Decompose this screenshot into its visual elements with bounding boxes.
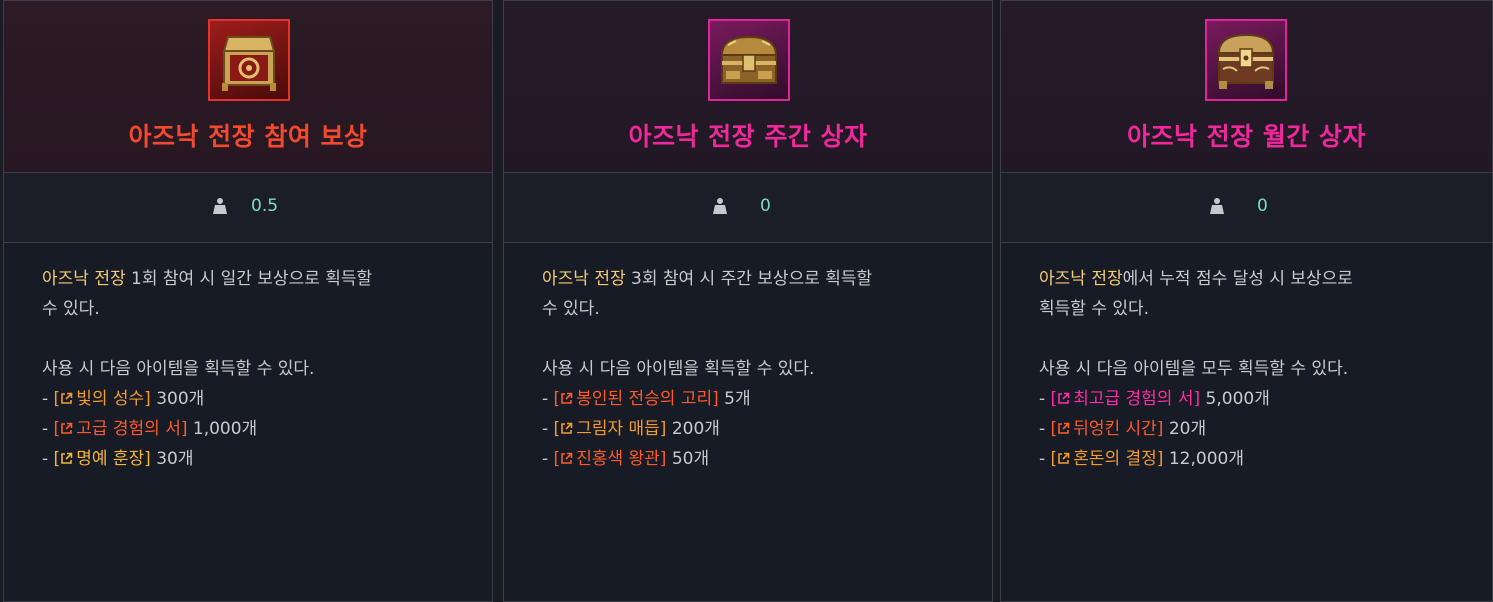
item-name: 혼돈의 결정 (1073, 449, 1157, 469)
reward-item: - [혼돈의 결정] 12,000개 (1039, 449, 1244, 469)
reward-item: - [그림자 매듭] 200개 (542, 419, 720, 439)
item-link[interactable]: [명예 훈장] (54, 449, 151, 469)
item-link[interactable]: [빛의 성수] (54, 389, 151, 409)
card-description: 아즈낙 전장 3회 참여 시 주간 보상으로 획득할 수 있다. 사용 시 다음… (504, 243, 992, 474)
highlight-term: 아즈낙 전장 (542, 269, 626, 289)
weight-icon (213, 198, 227, 214)
reward-item: - [최고급 경험의 서] 5,000개 (1039, 389, 1270, 409)
weight-value: 0.5 (251, 196, 279, 216)
item-link[interactable]: [최고급 경험의 서] (1051, 389, 1201, 409)
item-name: 그림자 매듭 (576, 419, 660, 439)
reward-item: - [명예 훈장] 30개 (42, 449, 194, 469)
item-link[interactable]: [진홍색 왕관] (554, 449, 667, 469)
reward-item: - [고급 경험의 서] 1,000개 (42, 419, 258, 439)
reward-item: - [빛의 성수] 300개 (42, 389, 205, 409)
external-link-icon (561, 452, 573, 464)
weight-icon (713, 198, 727, 214)
reward-item: - [뒤엉킨 시간] 20개 (1039, 419, 1207, 439)
card-header: 아즈낙 전장 참여 보상 (4, 1, 492, 173)
item-name: 봉인된 전승의 고리 (576, 389, 713, 409)
item-link[interactable]: [봉인된 전승의 고리] (554, 389, 719, 409)
item-link[interactable]: [그림자 매듭] (554, 419, 667, 439)
card-header: 아즈낙 전장 주간 상자 (504, 1, 992, 173)
description-text: 에서 누적 점수 달성 시 보상으로 (1122, 269, 1353, 289)
external-link-icon (561, 422, 573, 434)
card-title: 아즈낙 전장 월간 상자 (1126, 122, 1367, 151)
item-quantity: 30개 (156, 449, 194, 469)
item-name: 최고급 경험의 서 (1073, 389, 1194, 409)
item-name: 빛의 성수 (76, 389, 145, 409)
weight-stat: 0 (504, 173, 992, 243)
weight-icon (1210, 198, 1224, 214)
card-header: 아즈낙 전장 월간 상자 (1001, 1, 1492, 173)
external-link-icon (1058, 392, 1070, 404)
use-effect-text: 사용 시 다음 아이템을 모두 획득할 수 있다. (1039, 359, 1349, 379)
highlight-term: 아즈낙 전장 (1039, 269, 1123, 289)
item-quantity: 1,000개 (192, 419, 258, 439)
weight-value: 0 (1257, 196, 1268, 216)
weight-stat: 0 (1001, 173, 1492, 243)
card-title: 아즈낙 전장 주간 상자 (628, 122, 868, 151)
item-link[interactable]: [고급 경험의 서] (54, 419, 188, 439)
card-description: 아즈낙 전장에서 누적 점수 달성 시 보상으로 획득할 수 있다. 사용 시 … (1001, 243, 1492, 474)
description-text: 1회 참여 시 일간 보상으로 획득할 (125, 269, 373, 289)
item-quantity: 50개 (671, 449, 710, 469)
external-link-icon (1058, 422, 1070, 434)
external-link-icon (61, 452, 73, 464)
item-link[interactable]: [뒤엉킨 시간] (1051, 419, 1164, 439)
item-name: 고급 경험의 서 (76, 419, 181, 439)
red-treasure-chest-icon[interactable] (208, 19, 290, 101)
item-name: 뒤엉킨 시간 (1073, 419, 1157, 439)
description-text: 획득할 수 있다. (1039, 299, 1150, 319)
external-link-icon (61, 392, 73, 404)
item-name: 진홍색 왕관 (576, 449, 660, 469)
description-text: 수 있다. (42, 299, 100, 319)
external-link-icon (1058, 452, 1070, 464)
reward-item: - [봉인된 전승의 고리] 5개 (542, 389, 751, 409)
item-quantity: 5,000개 (1205, 389, 1270, 409)
weight-value: 0 (760, 196, 771, 216)
item-quantity: 300개 (156, 389, 205, 409)
reward-card-weekly: 아즈낙 전장 주간 상자 0 아즈낙 전장 3회 참여 시 주간 보상으로 획득… (503, 0, 993, 602)
item-quantity: 20개 (1168, 419, 1207, 439)
item-quantity: 200개 (671, 419, 720, 439)
golden-chest-icon[interactable] (708, 19, 790, 101)
reward-card-participation: 아즈낙 전장 참여 보상 0.5 아즈낙 전장 1회 참여 시 일간 보상으로 … (3, 0, 493, 602)
item-link[interactable]: [혼돈의 결정] (1051, 449, 1164, 469)
card-description: 아즈낙 전장 1회 참여 시 일간 보상으로 획득할 수 있다. 사용 시 다음… (4, 243, 492, 474)
description-text: 수 있다. (542, 299, 600, 319)
card-title: 아즈낙 전장 참여 보상 (128, 122, 368, 151)
use-effect-text: 사용 시 다음 아이템을 획득할 수 있다. (542, 359, 815, 379)
reward-card-monthly: 아즈낙 전장 월간 상자 0 아즈낙 전장에서 누적 점수 달성 시 보상으로 … (1000, 0, 1493, 602)
item-name: 명예 훈장 (76, 449, 145, 469)
reward-item: - [진홍색 왕관] 50개 (542, 449, 710, 469)
description-text: 3회 참여 시 주간 보상으로 획득할 (625, 269, 873, 289)
use-effect-text: 사용 시 다음 아이템을 획득할 수 있다. (42, 359, 315, 379)
highlight-term: 아즈낙 전장 (42, 269, 126, 289)
ornate-chest-icon[interactable] (1205, 19, 1287, 101)
external-link-icon (561, 392, 573, 404)
item-quantity: 12,000개 (1168, 449, 1244, 469)
external-link-icon (61, 422, 73, 434)
item-quantity: 5개 (724, 389, 751, 409)
weight-stat: 0.5 (4, 173, 492, 243)
